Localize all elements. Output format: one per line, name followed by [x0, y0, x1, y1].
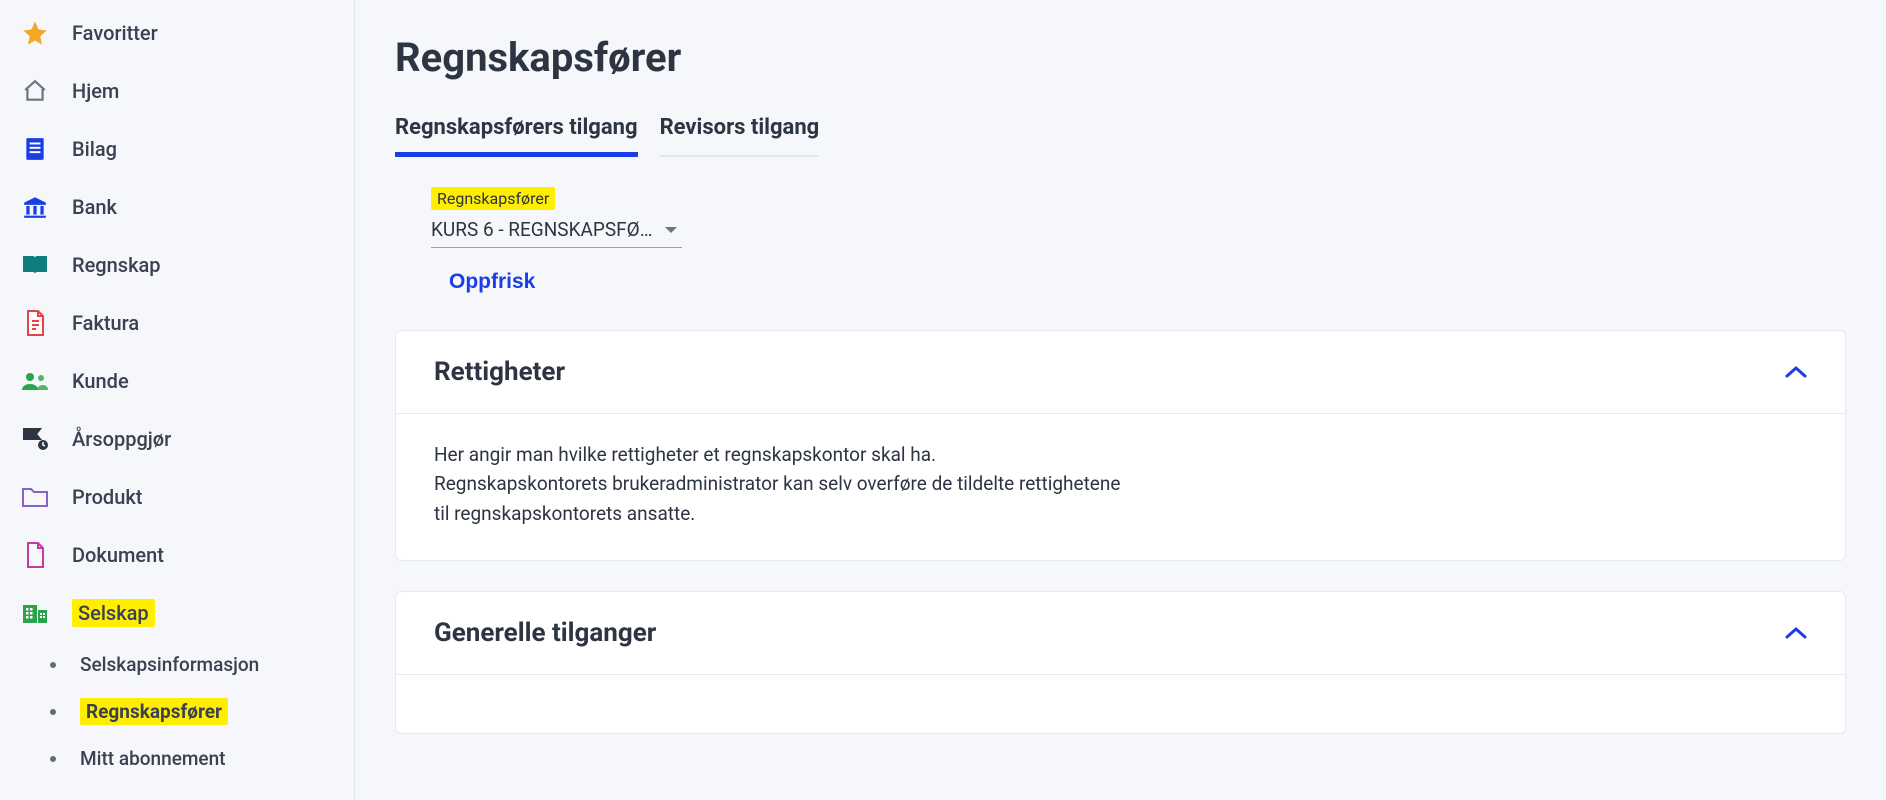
company-icon: [20, 598, 50, 628]
sidebar-sub-mitt-abonnement[interactable]: Mitt abonnement: [0, 736, 354, 781]
sidebar-sub-selskapsinformasjon[interactable]: Selskapsinformasjon: [0, 642, 354, 687]
bullet-icon: [50, 709, 56, 715]
sidebar-item-arsoppgjor[interactable]: Årsoppgjør: [0, 410, 354, 468]
sidebar: Favoritter Hjem Bilag Bank Regnskap: [0, 0, 355, 800]
tabs: Regnskapsførers tilgang Revisors tilgang: [395, 115, 1846, 157]
book-icon: [20, 250, 50, 280]
tab-regnskapsforers-tilgang[interactable]: Regnskapsførers tilgang: [395, 115, 638, 157]
sidebar-item-bilag[interactable]: Bilag: [0, 120, 354, 178]
folder-icon: [20, 482, 50, 512]
app-root: Favoritter Hjem Bilag Bank Regnskap: [0, 0, 1886, 800]
panel-header-generelle-tilganger[interactable]: Generelle tilganger: [396, 592, 1845, 674]
tab-revisors-tilgang[interactable]: Revisors tilgang: [660, 115, 820, 157]
sidebar-item-label: Favoritter: [72, 21, 158, 45]
panel-body-line: Regnskapskontorets brukeradministrator k…: [434, 469, 1807, 498]
sidebar-sub-regnskapsforer[interactable]: Regnskapsfører: [0, 687, 354, 736]
main-content: Regnskapsfører Regnskapsførers tilgang R…: [355, 0, 1886, 800]
panel-body-line: til regnskapskontorets ansatte.: [434, 499, 1807, 528]
sidebar-item-kunde[interactable]: Kunde: [0, 352, 354, 410]
sidebar-item-label: Kunde: [72, 369, 129, 393]
star-icon: [20, 18, 50, 48]
receipt-icon: [20, 134, 50, 164]
chevron-up-icon: [1785, 626, 1807, 640]
panel-body-line: Her angir man hvilke rettigheter et regn…: [434, 440, 1807, 469]
bullet-icon: [50, 756, 56, 762]
document-icon: [20, 540, 50, 570]
panel-header-rettigheter[interactable]: Rettigheter: [396, 331, 1845, 413]
sidebar-item-selskap[interactable]: Selskap: [0, 584, 354, 642]
sidebar-item-label: Bank: [72, 195, 117, 219]
bank-icon: [20, 192, 50, 222]
regnskapsforer-select[interactable]: KURS 6 - REGNSKAPSFØ…: [431, 214, 682, 248]
panel-body-generelle-tilganger: [396, 674, 1845, 733]
sidebar-item-label: Selskap: [72, 599, 155, 627]
select-value: KURS 6 - REGNSKAPSFØ…: [431, 218, 652, 241]
sidebar-sub-label: Selskapsinformasjon: [80, 653, 259, 676]
panel-rettigheter: Rettigheter Her angir man hvilke rettigh…: [395, 330, 1846, 561]
chevron-up-icon: [1785, 365, 1807, 379]
people-icon: [20, 366, 50, 396]
panel-title: Generelle tilganger: [434, 618, 656, 648]
panel-title: Rettigheter: [434, 357, 565, 387]
refresh-button[interactable]: Oppfrisk: [449, 270, 535, 294]
page-title: Regnskapsfører: [395, 34, 1846, 81]
sidebar-item-produkt[interactable]: Produkt: [0, 468, 354, 526]
home-icon: [20, 76, 50, 106]
sidebar-item-label: Faktura: [72, 311, 139, 335]
sidebar-item-favoritter[interactable]: Favoritter: [0, 4, 354, 62]
sidebar-item-label: Hjem: [72, 79, 119, 103]
sidebar-item-bank[interactable]: Bank: [0, 178, 354, 236]
select-label: Regnskapsfører: [431, 187, 555, 210]
invoice-icon: [20, 308, 50, 338]
sidebar-item-label: Dokument: [72, 543, 164, 567]
sidebar-item-hjem[interactable]: Hjem: [0, 62, 354, 120]
sidebar-item-label: Bilag: [72, 137, 117, 161]
regnskapsforer-select-wrap: Regnskapsfører KURS 6 - REGNSKAPSFØ…: [431, 187, 682, 248]
sidebar-sub-label: Mitt abonnement: [80, 747, 226, 770]
sidebar-item-label: Regnskap: [72, 253, 161, 277]
sidebar-item-label: Produkt: [72, 485, 142, 509]
controls-row: Regnskapsfører KURS 6 - REGNSKAPSFØ…: [431, 187, 1846, 248]
panel-generelle-tilganger: Generelle tilganger: [395, 591, 1846, 734]
flag-icon: [20, 424, 50, 454]
sidebar-item-label: Årsoppgjør: [72, 427, 171, 451]
sidebar-item-faktura[interactable]: Faktura: [0, 294, 354, 352]
bullet-icon: [50, 662, 56, 668]
panel-body-rettigheter: Her angir man hvilke rettigheter et regn…: [396, 413, 1845, 560]
chevron-down-icon: [664, 218, 678, 241]
sidebar-sub-label: Regnskapsfører: [80, 698, 228, 725]
sidebar-item-regnskap[interactable]: Regnskap: [0, 236, 354, 294]
sidebar-item-dokument[interactable]: Dokument: [0, 526, 354, 584]
